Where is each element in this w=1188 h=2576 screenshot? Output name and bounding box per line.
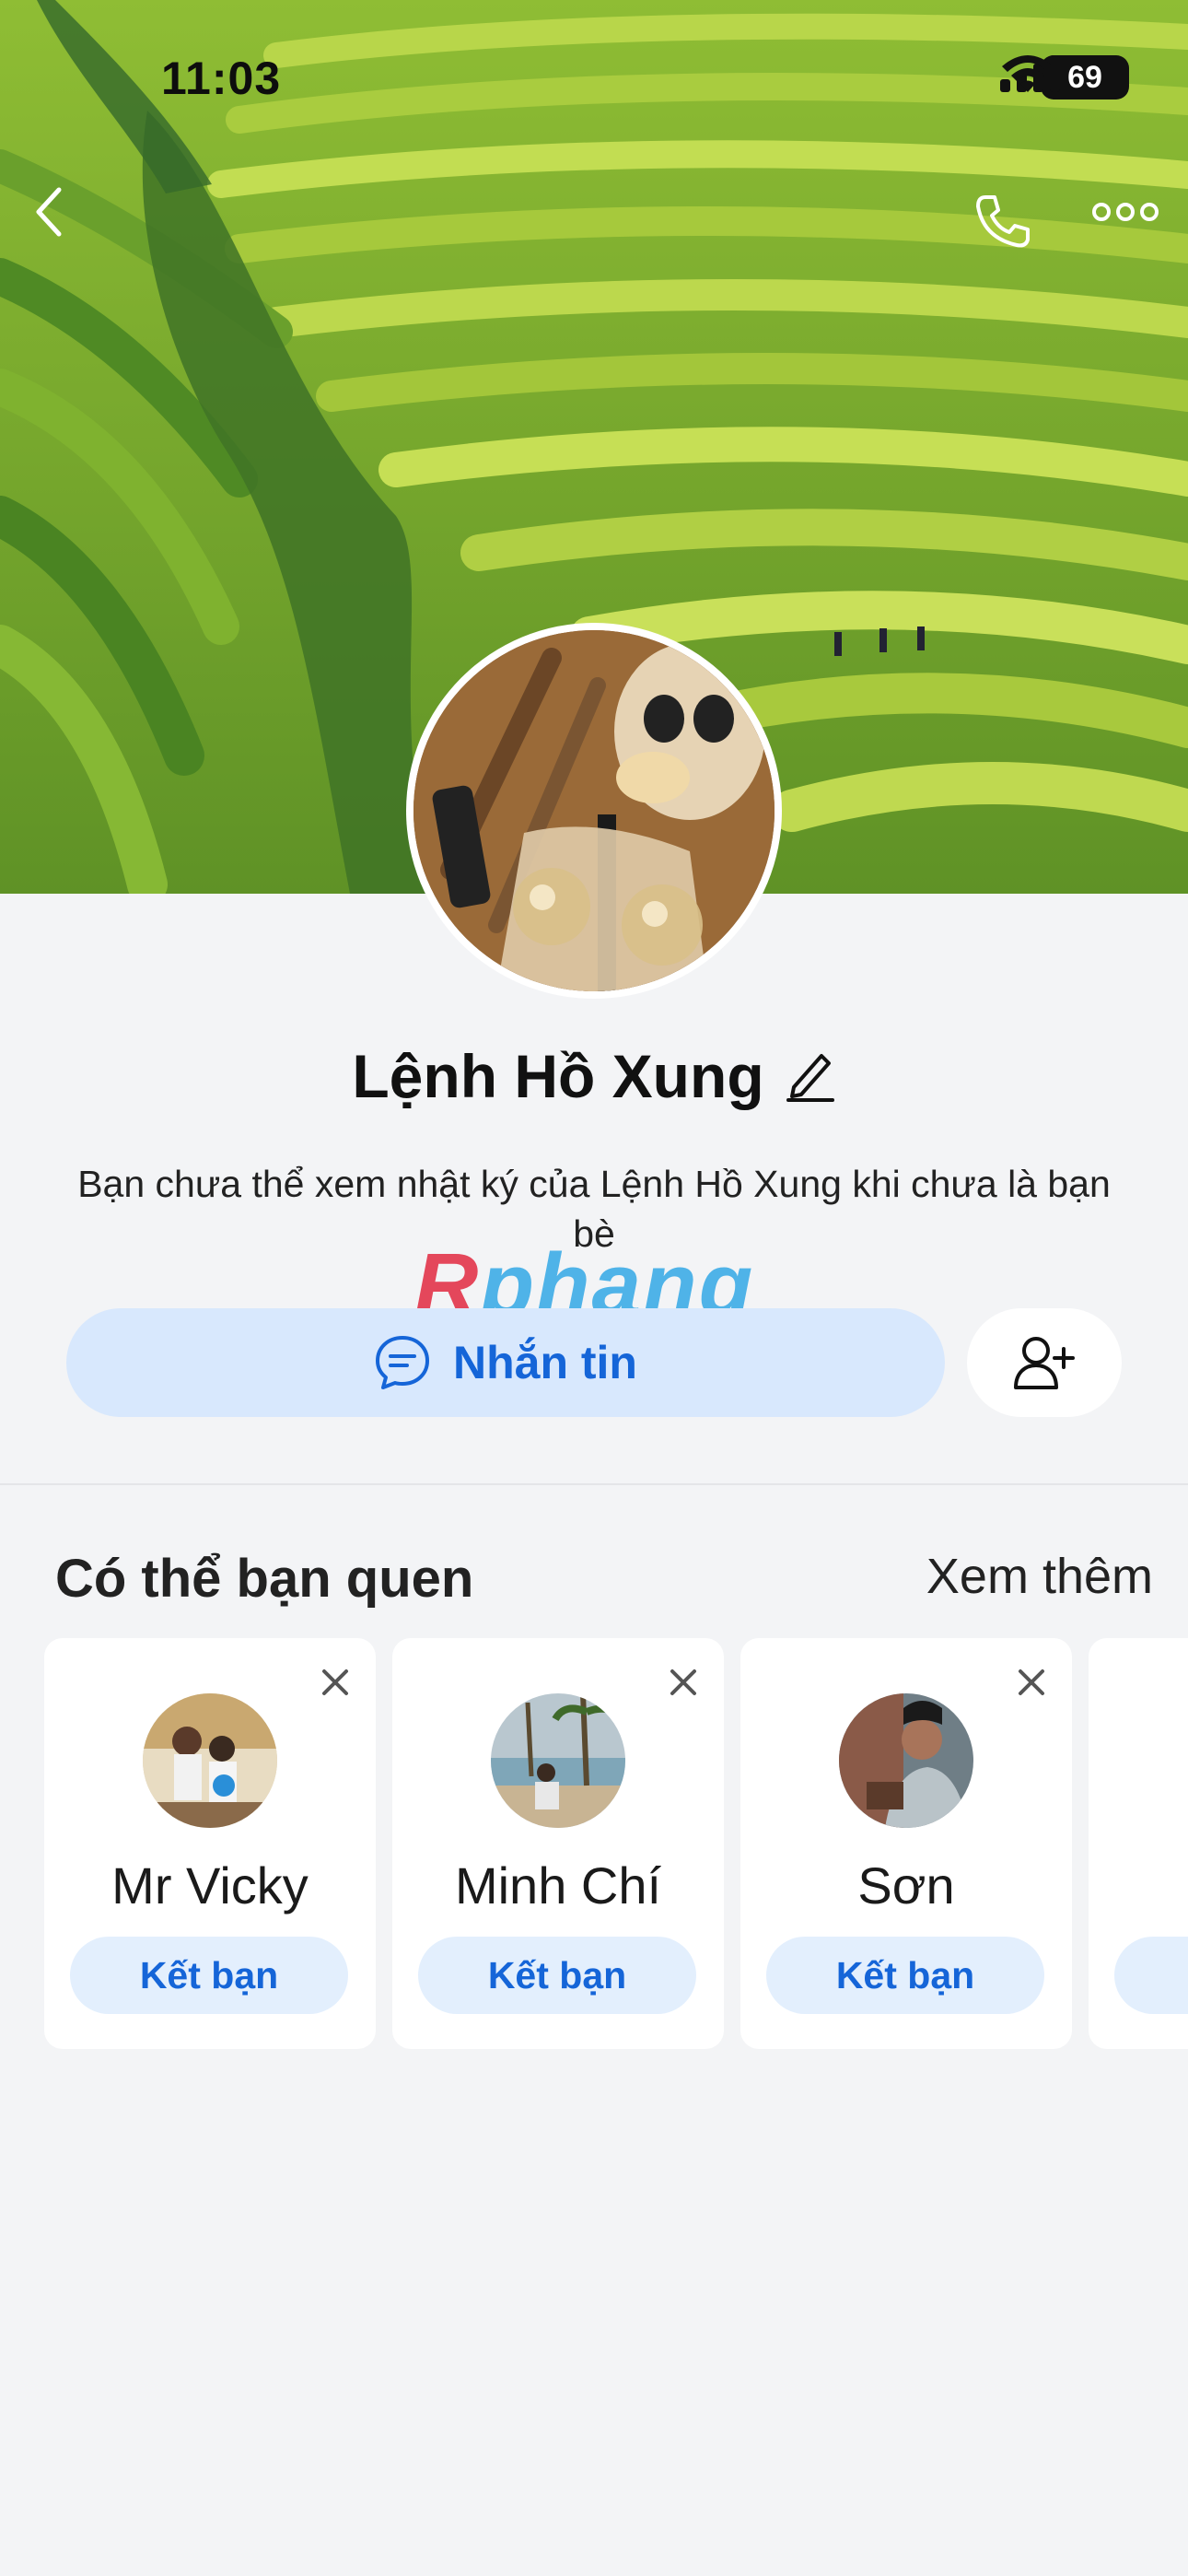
back-button[interactable]	[31, 184, 87, 258]
close-icon	[670, 1669, 696, 1695]
section-divider	[0, 1483, 1188, 1485]
suggestions-title: Có thể bạn quen	[55, 1549, 474, 1609]
skeleton-avatar-image	[413, 630, 775, 991]
more-dots-icon	[1092, 203, 1159, 221]
dismiss-button[interactable]	[665, 1664, 702, 1701]
add-friend-suggestion-button[interactable]: Kết bạn	[70, 1937, 348, 2014]
dismiss-button[interactable]	[317, 1664, 354, 1701]
close-icon	[322, 1669, 348, 1695]
close-icon	[1019, 1669, 1044, 1695]
status-icons: 69	[1000, 55, 1129, 100]
phone-icon	[976, 195, 1030, 248]
pencil-icon	[786, 1053, 834, 1102]
add-friend-suggestion-button[interactable]: Kết bạn	[766, 1937, 1044, 2014]
message-label: Nhắn tin	[453, 1337, 637, 1388]
suggestion-name: Sơn	[857, 1856, 955, 1914]
suggestion-card[interactable]: Mr Vicky Kết bạn	[44, 1638, 376, 2049]
see-more-link[interactable]: Xem thêm	[926, 1548, 1153, 1605]
profile-avatar-frame[interactable]	[406, 623, 782, 999]
suggestion-card[interactable]	[1089, 1638, 1188, 2049]
add-friend-suggestion-button[interactable]	[1114, 1937, 1188, 2014]
avatar-image	[839, 1693, 973, 1828]
name-row: Lệnh Hồ Xung	[0, 1041, 1188, 1111]
battery-level: 69	[1067, 59, 1102, 95]
dismiss-button[interactable]	[1013, 1664, 1050, 1701]
suggestion-card[interactable]: Minh Chí Kết bạn	[392, 1638, 724, 2049]
avatar	[491, 1693, 625, 1828]
suggestion-name: Mr Vicky	[111, 1856, 309, 1914]
edit-name-button[interactable]	[785, 1047, 836, 1107]
avatar	[143, 1693, 277, 1828]
avatar	[839, 1693, 973, 1828]
more-button[interactable]	[1092, 201, 1166, 247]
suggestion-cards: Mr Vicky Kết bạn Minh Chí Kết bạn Sơn Kế…	[44, 1638, 1188, 2049]
suggestion-name: Minh Chí	[454, 1856, 662, 1914]
add-friend-suggestion-button[interactable]: Kết bạn	[418, 1937, 696, 2014]
add-friend-button[interactable]	[967, 1308, 1122, 1417]
suggestion-card[interactable]: Sơn Kết bạn	[740, 1638, 1072, 2049]
profile-name: Lệnh Hồ Xung	[352, 1042, 764, 1110]
status-time: 11:03	[161, 53, 282, 104]
avatar-image	[143, 1693, 277, 1828]
chat-bubble-icon	[376, 1336, 429, 1389]
avatar-image	[491, 1693, 625, 1828]
message-button[interactable]: Nhắn tin	[66, 1308, 945, 1417]
chevron-left-icon	[36, 187, 62, 237]
add-user-icon	[1014, 1337, 1075, 1389]
status-bar: 11:03 69	[0, 0, 1188, 138]
avatar	[413, 630, 775, 991]
call-button[interactable]	[973, 192, 1046, 256]
